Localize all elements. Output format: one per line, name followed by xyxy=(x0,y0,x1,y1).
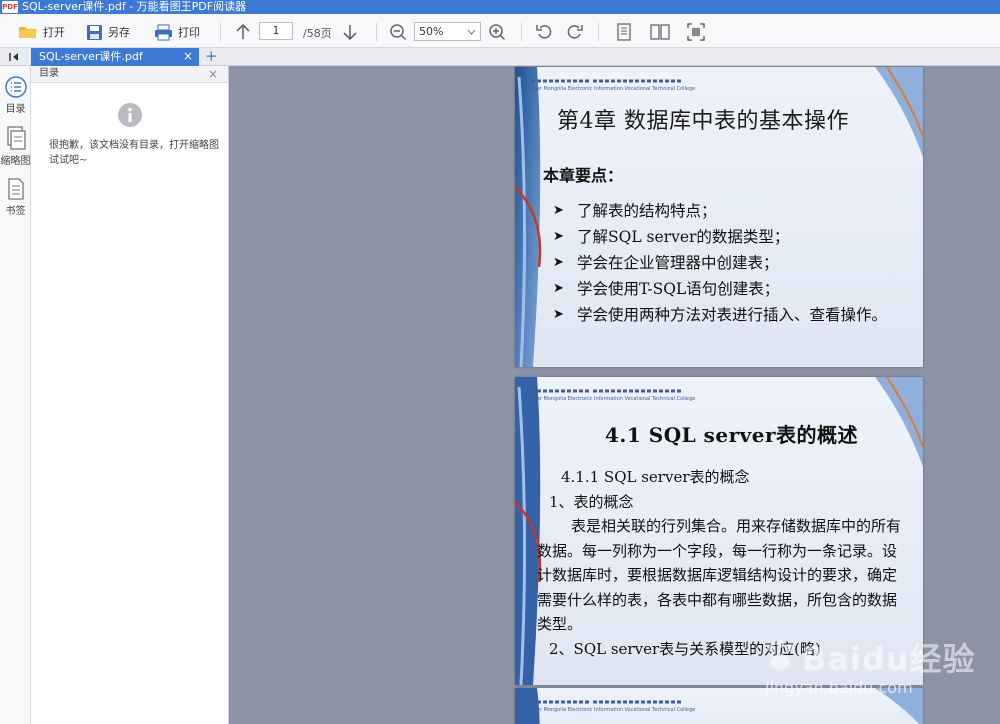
sidebar-item-toc[interactable]: 目录 xyxy=(0,76,31,115)
toc-panel: 目录 × 很抱歉，该文档没有目录，打开缩略图试试吧~ xyxy=(31,66,229,724)
tab-document[interactable]: SQL-server课件.pdf × xyxy=(31,48,199,66)
toolbar-divider xyxy=(521,23,522,41)
save-as-button[interactable]: 另存 xyxy=(86,22,130,42)
college-logo xyxy=(531,79,683,83)
pdf-app-icon: PDF xyxy=(2,1,18,13)
new-tab-icon[interactable]: + xyxy=(205,47,218,65)
slide-page-2: Inner Mongolia Electronic Information Vo… xyxy=(515,377,923,685)
rotate-right-icon[interactable] xyxy=(565,22,585,42)
print-label: 打印 xyxy=(178,26,200,39)
document-viewer[interactable]: Inner Mongolia Electronic Information Vo… xyxy=(229,66,1000,724)
window-title: SQL-server课件.pdf - 万能看图王PDF阅读器 xyxy=(22,0,247,13)
sidebar-item-label: 书签 xyxy=(5,206,26,217)
college-logo xyxy=(531,700,683,704)
paragraph: 表是相关联的行列集合。用来存储数据库中的所有数据。每一列称为一个字段，每一行称为… xyxy=(537,517,902,633)
bullet-list: ➤ 了解表的结构特点； ➤ 了解SQL server的数据类型； ➤ 学会在企业管理器… xyxy=(551,198,911,328)
college-logo xyxy=(531,389,683,393)
zoom-value: 50% xyxy=(419,25,444,38)
panel-header: 目录 × xyxy=(31,66,228,83)
panel-title: 目录 xyxy=(39,68,59,79)
item-heading: 2、SQL server表与关系模型的对应(略) xyxy=(549,639,821,658)
item-heading: 1、表的概念 xyxy=(549,492,634,511)
slide-subtitle: 本章要点： xyxy=(543,166,624,185)
college-name-en: Inner Mongolia Electronic Information Vo… xyxy=(529,707,696,713)
bookmark-icon xyxy=(7,178,24,200)
toolbar: 打开 另存 打印 1 /58页 50% xyxy=(0,14,1000,48)
section-heading: 4.1.1 SQL server表的概念 xyxy=(561,468,750,486)
collapse-sidebar-icon[interactable] xyxy=(5,51,25,63)
college-name-en: Inner Mongolia Electronic Information Vo… xyxy=(529,396,696,402)
list-item: ➤ 学会使用两种方法对表进行插入、查看操作。 xyxy=(553,306,888,324)
list-item: ➤ 学会使用T-SQL语句创建表； xyxy=(553,280,780,298)
list-item: ➤ 了解SQL server的数据类型； xyxy=(553,228,790,246)
left-icon-bar: 目录 缩略图 书签 xyxy=(0,66,31,724)
tab-label: SQL-server课件.pdf xyxy=(39,50,143,63)
slide-page-3: Inner Mongolia Electronic Information Vo… xyxy=(515,688,923,724)
two-page-icon[interactable] xyxy=(650,22,670,42)
chevron-down-icon xyxy=(467,29,476,35)
fullscreen-icon[interactable] xyxy=(686,22,706,42)
close-tab-icon[interactable]: × xyxy=(183,48,193,65)
page-number-input[interactable]: 1 xyxy=(259,22,293,40)
sidebar-item-label: 缩略图 xyxy=(0,156,31,167)
sidebar-item-label: 目录 xyxy=(5,104,26,115)
page-total: /58页 xyxy=(303,27,332,40)
slide-title: 第4章 数据库中表的基本操作 xyxy=(557,109,849,134)
folder-icon xyxy=(19,27,37,38)
next-page-icon[interactable] xyxy=(340,22,360,42)
toc-icon xyxy=(4,76,27,98)
toolbar-divider xyxy=(598,23,599,41)
slide-page-1: Inner Mongolia Electronic Information Vo… xyxy=(515,67,923,367)
rotate-left-icon[interactable] xyxy=(534,22,554,42)
sidebar-item-bookmarks[interactable]: 书签 xyxy=(0,178,31,217)
prev-page-icon[interactable] xyxy=(233,22,253,42)
sidebar-item-thumbnails[interactable]: 缩略图 xyxy=(0,126,31,167)
save-as-label: 另存 xyxy=(108,26,130,39)
close-panel-icon[interactable]: × xyxy=(208,66,218,82)
tab-row: SQL-server课件.pdf × + xyxy=(0,47,1000,66)
open-button[interactable]: 打开 xyxy=(18,22,65,42)
printer-icon xyxy=(155,24,172,40)
toolbar-divider xyxy=(220,23,221,41)
college-name-en: Inner Mongolia Electronic Information Vo… xyxy=(529,86,696,92)
no-toc-message: 很抱歉，该文档没有目录，打开缩略图试试吧~ xyxy=(49,140,219,166)
info-icon xyxy=(118,103,142,127)
zoom-select[interactable]: 50% xyxy=(414,22,481,41)
list-item: ➤ 学会在企业管理器中创建表； xyxy=(553,254,779,272)
print-button[interactable]: 打印 xyxy=(154,22,200,42)
thumbnail-icon xyxy=(6,126,26,150)
title-bar: PDF SQL-server课件.pdf - 万能看图王PDF阅读器 xyxy=(0,0,1000,14)
toolbar-divider xyxy=(376,23,377,41)
zoom-out-icon[interactable] xyxy=(388,22,408,42)
slide-body: 4.1.1 SQL server表的概念 1、表的概念 表是相关联的行列集合。用… xyxy=(537,465,905,661)
zoom-in-icon[interactable] xyxy=(487,22,507,42)
single-page-icon[interactable] xyxy=(614,22,634,42)
list-item: ➤ 了解表的结构特点； xyxy=(553,202,717,220)
slide-title: 4.1 SQL server表的概述 xyxy=(605,423,859,447)
open-label: 打开 xyxy=(43,26,65,39)
save-icon xyxy=(87,24,102,40)
